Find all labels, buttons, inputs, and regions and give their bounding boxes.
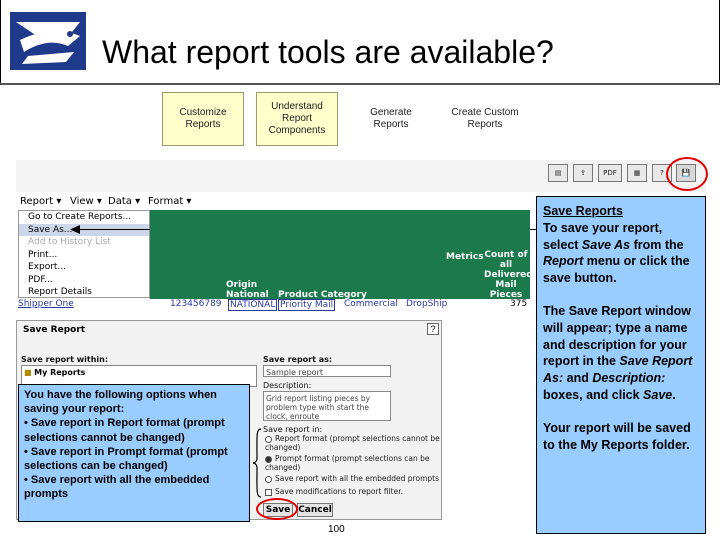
option-report-format[interactable]: Report format (prompt selections cannot …: [265, 434, 441, 452]
report-menu-dropdown: Go to Create Reports... Save As... Add t…: [18, 210, 150, 298]
arrow-head-icon: [70, 225, 80, 234]
row-count: 375: [510, 299, 528, 309]
col-count-delivered: Count of all Delivered Mail Pieces: [484, 250, 533, 300]
row-origin: NATIONAL: [228, 299, 278, 311]
menu-view[interactable]: View ▾: [70, 196, 102, 207]
report-data-row: Shipper One 123456789 NATIONAL Priority …: [16, 299, 530, 311]
menu-item-add-to-history-list[interactable]: Add to History List: [19, 236, 149, 249]
page-number: 100: [328, 524, 345, 535]
report-grid-header: Metrics Count of all Delivered Mail Piec…: [150, 210, 533, 300]
cancel-button[interactable]: Cancel: [297, 503, 333, 517]
save-icon-highlight: [666, 157, 708, 191]
row-id: 123456789: [170, 299, 222, 309]
save-button-highlight: [256, 498, 298, 520]
description-input[interactable]: Grid report listing pieces by problem ty…: [263, 391, 391, 421]
col-metrics: Metrics: [446, 252, 484, 262]
row-commercial: Commercial: [344, 299, 398, 309]
folder-icon: ■: [24, 368, 32, 377]
export-icon[interactable]: ⇪: [573, 164, 593, 182]
save-in-label: Save report in:: [263, 425, 323, 434]
radio-selected-icon: [265, 455, 272, 463]
menu-report[interactable]: Report ▾: [20, 196, 61, 207]
dialog-title: Save Report: [23, 325, 86, 335]
tool-understand-report-components[interactable]: Understand Report Components: [256, 92, 338, 146]
callout-paragraph-3: Your report will be saved to the My Repo…: [543, 420, 691, 452]
tool-customize-reports[interactable]: Customize Reports: [162, 92, 244, 146]
save-as-label: Save report as:: [263, 355, 333, 364]
menu-item-export[interactable]: Export...: [19, 261, 149, 274]
slide-title: What report tools are available?: [102, 34, 554, 70]
usps-eagle-logo: [10, 12, 86, 70]
option-embedded-prompts[interactable]: Save report with all the embedded prompt…: [265, 474, 441, 483]
save-options-callout: You have the following options when savi…: [18, 384, 250, 522]
checkbox-icon: [265, 488, 272, 496]
pdf-icon[interactable]: PDF: [598, 164, 622, 182]
tool-generate-reports[interactable]: Generate Reports: [350, 92, 432, 146]
row-shipper[interactable]: Shipper One: [18, 299, 74, 309]
menu-item-pdf[interactable]: PDF...: [19, 274, 149, 287]
option-prompt-format[interactable]: Prompt format (prompt selections can be …: [265, 454, 441, 472]
excel-icon[interactable]: ▦: [627, 164, 647, 182]
header-divider: [0, 83, 720, 85]
option-save-modifications[interactable]: Save modifications to report filter.: [265, 487, 403, 496]
row-dropship: DropShip: [406, 299, 448, 309]
save-within-label: Save report within:: [21, 355, 109, 364]
menu-item-print[interactable]: Print...: [19, 249, 149, 262]
callout-heading: Save Reports: [543, 204, 623, 218]
col-origin-national: Origin National: [226, 280, 269, 300]
report-menubar: Report ▾ View ▾ Data ▾ Format ▾: [16, 196, 536, 210]
radio-icon: [265, 475, 272, 483]
menu-item-report-details[interactable]: Report Details: [19, 286, 149, 299]
callout-paragraph-2: The Save Report window will appear; type…: [543, 303, 693, 402]
radio-icon: [265, 435, 272, 443]
dialog-help-icon[interactable]: ?: [427, 323, 439, 335]
menu-format[interactable]: Format ▾: [148, 196, 191, 207]
row-priority: Priority Mail: [278, 299, 336, 311]
tool-create-custom-reports[interactable]: Create Custom Reports: [444, 92, 526, 146]
description-label: Description:: [263, 381, 312, 390]
menu-data[interactable]: Data ▾: [108, 196, 140, 207]
save-reports-callout: Save Reports To save your report, select…: [536, 196, 706, 534]
menu-item-go-to-create-reports[interactable]: Go to Create Reports...: [19, 211, 149, 224]
save-as-input[interactable]: Sample report: [263, 365, 391, 377]
printer-icon[interactable]: ▤: [548, 164, 568, 182]
callout-paragraph-1: Save Reports To save your report, select…: [543, 203, 699, 287]
options-bracket: [252, 428, 262, 498]
folder-my-reports[interactable]: My Reports: [34, 368, 85, 377]
